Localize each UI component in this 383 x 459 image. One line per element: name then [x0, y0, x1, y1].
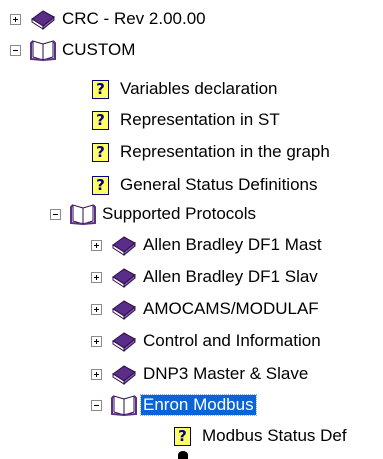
tree-item-label[interactable]: DNP3 Master & Slave [141, 364, 310, 384]
closed-book-icon [112, 332, 136, 352]
help-topic-icon: ? [174, 426, 191, 446]
expand-icon[interactable] [10, 13, 21, 25]
tree-item-custom[interactable]: CUSTOM [10, 35, 137, 65]
tree-item-label[interactable]: Control and Information [141, 331, 323, 351]
tree-item-allen-bradley-master[interactable]: Allen Bradley DF1 Mast [91, 230, 324, 260]
help-topic-icon: ? [92, 110, 109, 130]
open-book-icon [30, 40, 56, 61]
tree-item-dnp3[interactable]: DNP3 Master & Slave [91, 359, 310, 389]
collapse-icon[interactable] [10, 44, 21, 56]
tree-item-label[interactable]: Supported Protocols [100, 204, 258, 224]
open-book-icon [70, 204, 96, 225]
help-topic-icon: ? [92, 79, 109, 99]
tree-topic-representation-st[interactable]: ? Representation in ST [92, 105, 282, 135]
tree-item-allen-bradley-slave[interactable]: Allen Bradley DF1 Slav [91, 262, 320, 292]
tree-topic-variables-declaration[interactable]: ? Variables declaration [92, 74, 280, 104]
tree-item-supported-protocols[interactable]: Supported Protocols [50, 199, 258, 229]
tree-item-label[interactable]: Representation in the graph [118, 142, 332, 162]
help-topic-icon: ? [92, 142, 109, 162]
expand-icon[interactable] [91, 335, 102, 347]
tree-item-label[interactable]: Representation in ST [118, 110, 282, 130]
tree-topic-modbus-status[interactable]: ? Modbus Status Def [174, 421, 349, 451]
tree-topic-general-status[interactable]: ? General Status Definitions [92, 170, 320, 200]
closed-book-icon [112, 236, 136, 256]
closed-book-icon [112, 268, 136, 288]
tree-item-label[interactable]: Allen Bradley DF1 Mast [141, 235, 324, 255]
help-topic-icon: ? [92, 175, 109, 195]
open-book-icon [111, 395, 137, 416]
tree-topic-representation-graph[interactable]: ? Representation in the graph [92, 137, 332, 167]
expand-icon[interactable] [91, 271, 102, 283]
tree-item-crc[interactable]: CRC - Rev 2.00.00 [10, 4, 208, 34]
tree-item-amocams[interactable]: AMOCAMS/MODULAF [91, 294, 321, 324]
expand-icon[interactable] [91, 239, 102, 251]
help-contents-tree: CRC - Rev 2.00.00 CUSTOM ? Variables dec… [0, 0, 383, 459]
tree-item-label[interactable]: CRC - Rev 2.00.00 [60, 9, 208, 29]
collapse-icon[interactable] [50, 208, 61, 220]
tree-item-label[interactable]: Modbus Status Def [200, 426, 349, 446]
tree-item-label[interactable]: General Status Definitions [118, 175, 320, 195]
tree-item-label[interactable]: AMOCAMS/MODULAF [141, 299, 321, 319]
tree-item-label-selected[interactable]: Enron Modbus [140, 394, 257, 416]
expand-icon[interactable] [91, 368, 102, 380]
collapse-icon[interactable] [91, 399, 102, 411]
expand-icon[interactable] [91, 303, 102, 315]
closed-book-icon [112, 300, 136, 320]
closed-book-icon [112, 365, 136, 385]
tree-item-label[interactable]: Allen Bradley DF1 Slav [141, 267, 320, 287]
tree-item-control-information[interactable]: Control and Information [91, 326, 323, 356]
closed-book-icon [31, 10, 55, 30]
tree-item-label[interactable]: Variables declaration [118, 79, 280, 99]
tree-item-label[interactable]: CUSTOM [60, 40, 137, 60]
tree-item-enron-modbus[interactable]: Enron Modbus [91, 390, 257, 420]
partial-next-item-icon [178, 451, 188, 459]
